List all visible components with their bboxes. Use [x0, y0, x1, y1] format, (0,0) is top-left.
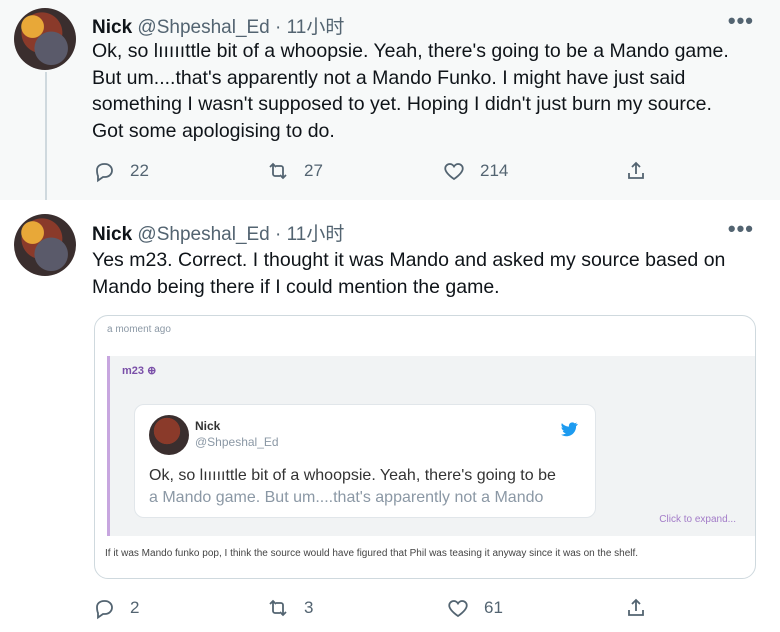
heart-icon [444, 163, 464, 181]
share-button[interactable] [624, 159, 662, 183]
retweet-button[interactable]: 3 [266, 596, 313, 620]
avatar[interactable] [14, 8, 76, 70]
thread-connector [45, 72, 47, 212]
quote-post: m23 ⊕ Nick @Shpeshal_Ed Ok, so lıııııttl… [107, 356, 755, 536]
embedded-name: Nick [195, 419, 221, 433]
author-name[interactable]: Nick [92, 224, 132, 245]
action-bar: 2 3 61 [92, 596, 652, 622]
tweet-header: Nick @Shpeshal_Ed · 11小时 [92, 12, 344, 39]
avatar[interactable] [14, 214, 76, 276]
like-button[interactable]: 214 [442, 159, 508, 183]
like-button[interactable]: 61 [446, 596, 503, 620]
share-icon [628, 598, 644, 616]
embedded-handle: @Shpeshal_Ed [195, 435, 279, 449]
reply-button[interactable]: 22 [92, 159, 149, 183]
retweet-icon [269, 599, 287, 617]
share-button[interactable] [624, 596, 662, 620]
tweet-1[interactable]: Nick @Shpeshal_Ed · 11小时 ••• Ok, so lııı… [0, 0, 780, 200]
click-to-expand-link[interactable]: Click to expand... [659, 514, 736, 525]
reply-count: 2 [130, 598, 140, 617]
reply-count: 22 [130, 161, 149, 180]
like-count: 61 [484, 598, 503, 617]
more-options-icon[interactable]: ••• [728, 8, 754, 34]
tweet-line: Mando being there if I could mention the… [92, 275, 500, 298]
tweet-line: Yes m23. Correct. I thought it was Mando… [92, 249, 726, 271]
embedded-tweet[interactable]: Nick @Shpeshal_Ed Ok, so lıııııttle bit … [134, 404, 596, 518]
quoted-screenshot[interactable]: a moment ago m23 ⊕ Nick @Shpeshal_Ed Ok,… [94, 315, 756, 579]
author-name[interactable]: Nick [92, 17, 132, 38]
tweet-2[interactable]: Nick @Shpeshal_Ed · 11小时 ••• Yes m23. Co… [0, 200, 780, 632]
author-handle[interactable]: @Shpeshal_Ed [137, 17, 269, 38]
author-handle[interactable]: @Shpeshal_Ed [137, 224, 269, 245]
action-bar: 22 27 214 [92, 159, 652, 185]
tweet-line: something I wasn't supposed to yet. Hopi… [92, 93, 712, 115]
timestamp[interactable]: · 11小时 [275, 224, 344, 245]
tweet-line: But um....that's apparently not a Mando … [92, 66, 686, 89]
timestamp[interactable]: · 11小时 [275, 17, 344, 38]
retweet-icon [269, 162, 287, 180]
quote-meta: a moment ago [107, 324, 171, 335]
tweet-text: Ok, so lıııııttle bit of a whoopsie. Yea… [92, 38, 742, 144]
more-options-icon[interactable]: ••• [728, 216, 754, 242]
embedded-line: Ok, so lıııııttle bit of a whoopsie. Yea… [149, 467, 556, 484]
reply-icon [96, 163, 113, 183]
reply-icon [96, 600, 113, 620]
embedded-line: a Mando game. But um....that's apparentl… [149, 489, 544, 506]
embedded-text: Ok, so lıııııttle bit of a whoopsie. Yea… [149, 465, 589, 509]
tweet-line: Got some apologising to do. [92, 119, 335, 142]
reply-button[interactable]: 2 [92, 596, 139, 620]
tweet-text: Yes m23. Correct. I thought it was Mando… [92, 247, 742, 300]
embedded-avatar [149, 415, 189, 455]
retweet-count: 27 [304, 161, 323, 180]
twitter-bird-icon [560, 422, 578, 437]
retweet-button[interactable]: 27 [266, 159, 323, 183]
retweet-count: 3 [304, 598, 314, 617]
like-count: 214 [480, 161, 509, 180]
share-icon [628, 161, 644, 179]
quote-footer-text: If it was Mando funko pop, I think the s… [105, 548, 639, 559]
tweet-line: Ok, so lıııııttle bit of a whoopsie. Yea… [92, 40, 729, 62]
heart-icon [448, 600, 468, 618]
tweet-header: Nick @Shpeshal_Ed · 11小时 [92, 219, 344, 246]
quote-username[interactable]: m23 ⊕ [122, 364, 156, 377]
